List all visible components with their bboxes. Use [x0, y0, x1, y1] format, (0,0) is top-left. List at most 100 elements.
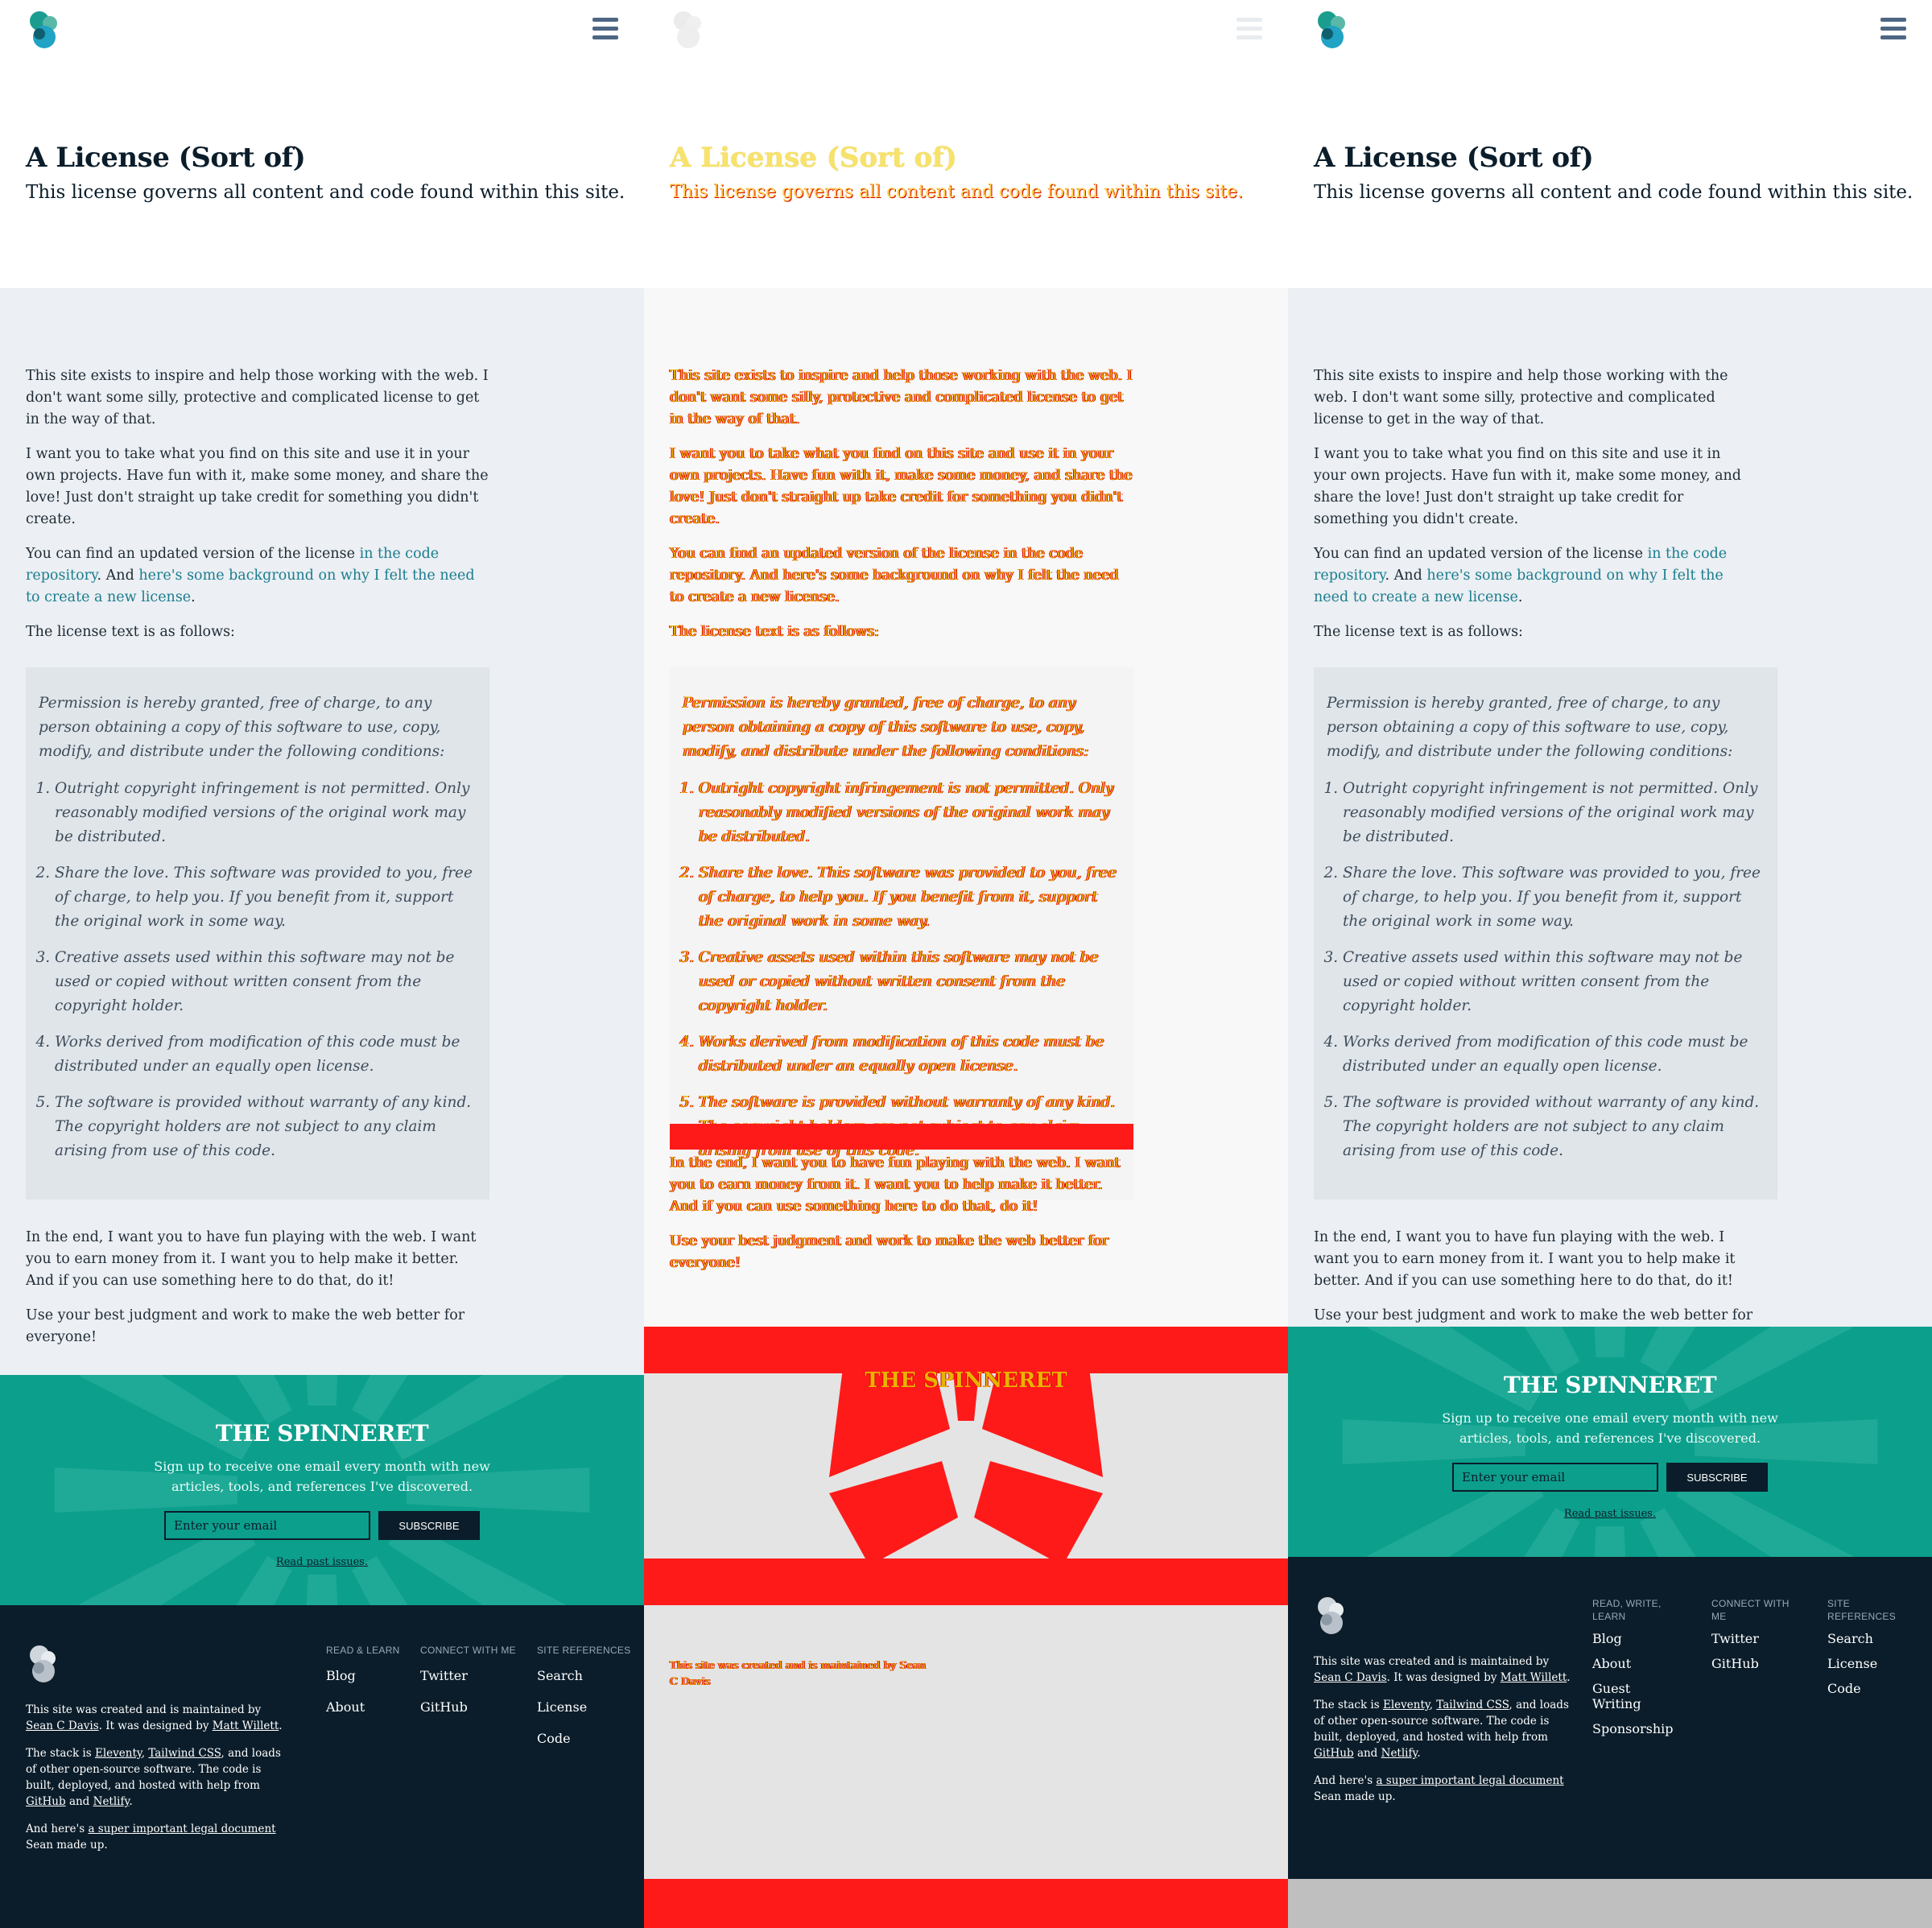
diff-text-intro: The license text is as follows:: [670, 624, 879, 640]
footer-logo-icon[interactable]: [1314, 1596, 1351, 1637]
footer-stack-text: The stack is: [1314, 1699, 1380, 1711]
faded-logo-icon: [674, 11, 701, 48]
eleventy-link[interactable]: Eleventy: [1383, 1699, 1430, 1711]
netlify-link[interactable]: Netlify: [93, 1795, 130, 1808]
license-lead: Permission is hereby granted, free of ch…: [39, 695, 445, 760]
site-logo-icon[interactable]: [26, 10, 64, 52]
email-input[interactable]: [1452, 1463, 1658, 1492]
diff-repository-text: You can find an updated version of the l…: [670, 546, 1000, 562]
footer-about: This site was created and is maintained …: [26, 1702, 283, 1864]
designer-link[interactable]: Matt Willett: [1501, 1671, 1567, 1684]
github-link[interactable]: GitHub: [26, 1795, 66, 1808]
footer-link-twitter[interactable]: Twitter: [1711, 1631, 1800, 1646]
subscribe-button[interactable]: SUBSCRIBE: [378, 1511, 480, 1540]
period-text: .: [191, 589, 196, 605]
footer-link-blog[interactable]: Blog: [1592, 1631, 1681, 1646]
page-subtitle: This license governs all content and cod…: [26, 182, 625, 203]
diff-license-lead: Permission is hereby granted, free of ch…: [683, 695, 1089, 760]
diff-conditions: Outright copyright infringement is not p…: [683, 777, 1119, 1163]
footer-heading: CONNECT WITH ME: [1711, 1598, 1790, 1622]
closing-paragraph: In the end, I want you to have fun playi…: [26, 1229, 477, 1289]
newsletter-description: Sign up to receive one email every month…: [1442, 1410, 1778, 1446]
license-quote: Permission is hereby granted, free of ch…: [1314, 667, 1777, 1199]
diff-period-text: .: [835, 589, 840, 605]
diff-intro: This site exists to inspire and help tho…: [670, 368, 1133, 427]
past-issues-link[interactable]: Read past issues.: [1564, 1508, 1656, 1520]
license-content: This site exists to inspire and help tho…: [1288, 288, 1932, 1345]
license-condition: The software is provided without warrant…: [1343, 1091, 1763, 1163]
footer-link-github[interactable]: GitHub: [420, 1699, 516, 1715]
footer-link-twitter[interactable]: Twitter: [420, 1668, 516, 1683]
diff-closing-1: In the end, I want you to have fun playi…: [670, 1155, 1121, 1215]
footer-heading: CONNECT WITH ME: [420, 1645, 516, 1656]
footer-link-about[interactable]: About: [1592, 1656, 1681, 1671]
github-link[interactable]: GitHub: [1314, 1747, 1354, 1760]
license-lead: Permission is hereby granted, free of ch…: [1327, 695, 1733, 760]
footer-heading: READ & LEARN: [326, 1645, 400, 1656]
repository-text: You can find an updated version of the l…: [26, 546, 356, 562]
use-paragraph: I want you to take what you find on this…: [1314, 446, 1742, 527]
email-input[interactable]: [164, 1511, 370, 1540]
license-condition: Creative assets used within this softwar…: [1343, 946, 1763, 1018]
license-text-intro: The license text is as follows:: [1314, 624, 1523, 640]
final-paragraph: Use your best judgment and work to make …: [26, 1307, 465, 1345]
site-footer: This site was created and is maintained …: [1288, 1557, 1932, 1879]
footer-link-license[interactable]: License: [1827, 1656, 1908, 1671]
footer-created-text: This site was created and is maintained …: [26, 1703, 262, 1716]
footer-link-github[interactable]: GitHub: [1711, 1656, 1800, 1671]
footer-link-about[interactable]: About: [326, 1699, 400, 1715]
hamburger-menu-icon[interactable]: [1880, 18, 1906, 40]
diff-and-text: . And: [741, 568, 778, 584]
newsletter-section: THE SPINNERET Sign up to receive one ema…: [0, 1375, 644, 1605]
diff-newsletter-title: THE SPINNERET: [865, 1369, 1067, 1393]
legal-document-link[interactable]: a super important legal document: [88, 1823, 275, 1835]
site-logo-icon[interactable]: [1314, 10, 1352, 52]
diff-closing: In the end, I want you to have fun playi…: [670, 1153, 1133, 1274]
repository-paragraph: You can find an updated version of the l…: [1314, 543, 1753, 609]
and-text: and: [68, 1795, 90, 1808]
diff-quote: Permission is hereby granted, free of ch…: [670, 667, 1133, 1199]
diff-repository: You can find an updated version of the l…: [670, 543, 1133, 609]
diff-red-band-bottom: [644, 1559, 1288, 1605]
license-condition: Share the love. This software was provid…: [1343, 861, 1763, 934]
use-paragraph: I want you to take what you find on this…: [26, 446, 489, 527]
footer-logo-icon[interactable]: [26, 1644, 63, 1686]
footer-link-sponsorship[interactable]: Sponsorship: [1592, 1721, 1681, 1736]
footer-link-code[interactable]: Code: [1827, 1681, 1908, 1696]
diff-footer-created: This site was created and is maintained …: [670, 1660, 897, 1672]
author-link[interactable]: Sean C Davis: [26, 1720, 99, 1732]
eleventy-link[interactable]: Eleventy: [95, 1747, 142, 1760]
tailwind-link[interactable]: Tailwind CSS: [148, 1747, 221, 1760]
footer-link-search[interactable]: Search: [537, 1668, 631, 1683]
author-link[interactable]: Sean C Davis: [1314, 1671, 1387, 1684]
newsletter-section: THE SPINNERET Sign up to receive one ema…: [1288, 1327, 1932, 1557]
footer-link-license[interactable]: License: [537, 1699, 631, 1715]
netlify-link[interactable]: Netlify: [1381, 1747, 1418, 1760]
newsletter-title: THE SPINNERET: [215, 1420, 429, 1447]
past-issues-link[interactable]: Read past issues.: [276, 1556, 368, 1568]
footer-legal-suffix: Sean made up.: [1314, 1790, 1396, 1803]
comma-text: ,: [1429, 1699, 1433, 1711]
diff-closing-2: Use your best judgment and work to make …: [670, 1233, 1109, 1271]
footer-link-guest-writing[interactable]: Guest Writing: [1592, 1681, 1681, 1711]
footer-heading: SITE REFERENCES: [1827, 1598, 1897, 1622]
period-text: .: [1567, 1671, 1571, 1684]
subscribe-button[interactable]: SUBSCRIBE: [1666, 1463, 1768, 1492]
diff-red-band-end: [644, 1879, 1288, 1928]
designer-link[interactable]: Matt Willett: [213, 1720, 279, 1732]
hamburger-menu-icon[interactable]: [592, 18, 618, 40]
site-header: A License (Sort of) This license governs…: [0, 0, 644, 288]
footer-legal-text: And here's: [1314, 1774, 1373, 1787]
newsletter-form: SUBSCRIBE: [0, 1511, 644, 1540]
footer-link-blog[interactable]: Blog: [326, 1668, 400, 1683]
footer-stack-text: The stack is: [26, 1747, 92, 1760]
tailwind-link[interactable]: Tailwind CSS: [1436, 1699, 1509, 1711]
footer-link-code[interactable]: Code: [537, 1731, 631, 1746]
footer-heading: SITE REFERENCES: [537, 1645, 631, 1656]
footer-legal-suffix: Sean made up.: [26, 1839, 108, 1852]
footer-link-search[interactable]: Search: [1827, 1631, 1908, 1646]
screenshot-panel-a: A License (Sort of) This license governs…: [0, 0, 644, 1928]
diff-condition: Works derived from modification of this …: [699, 1030, 1119, 1079]
license-condition: Outright copyright infringement is not p…: [55, 777, 475, 849]
legal-document-link[interactable]: a super important legal document: [1376, 1774, 1563, 1787]
